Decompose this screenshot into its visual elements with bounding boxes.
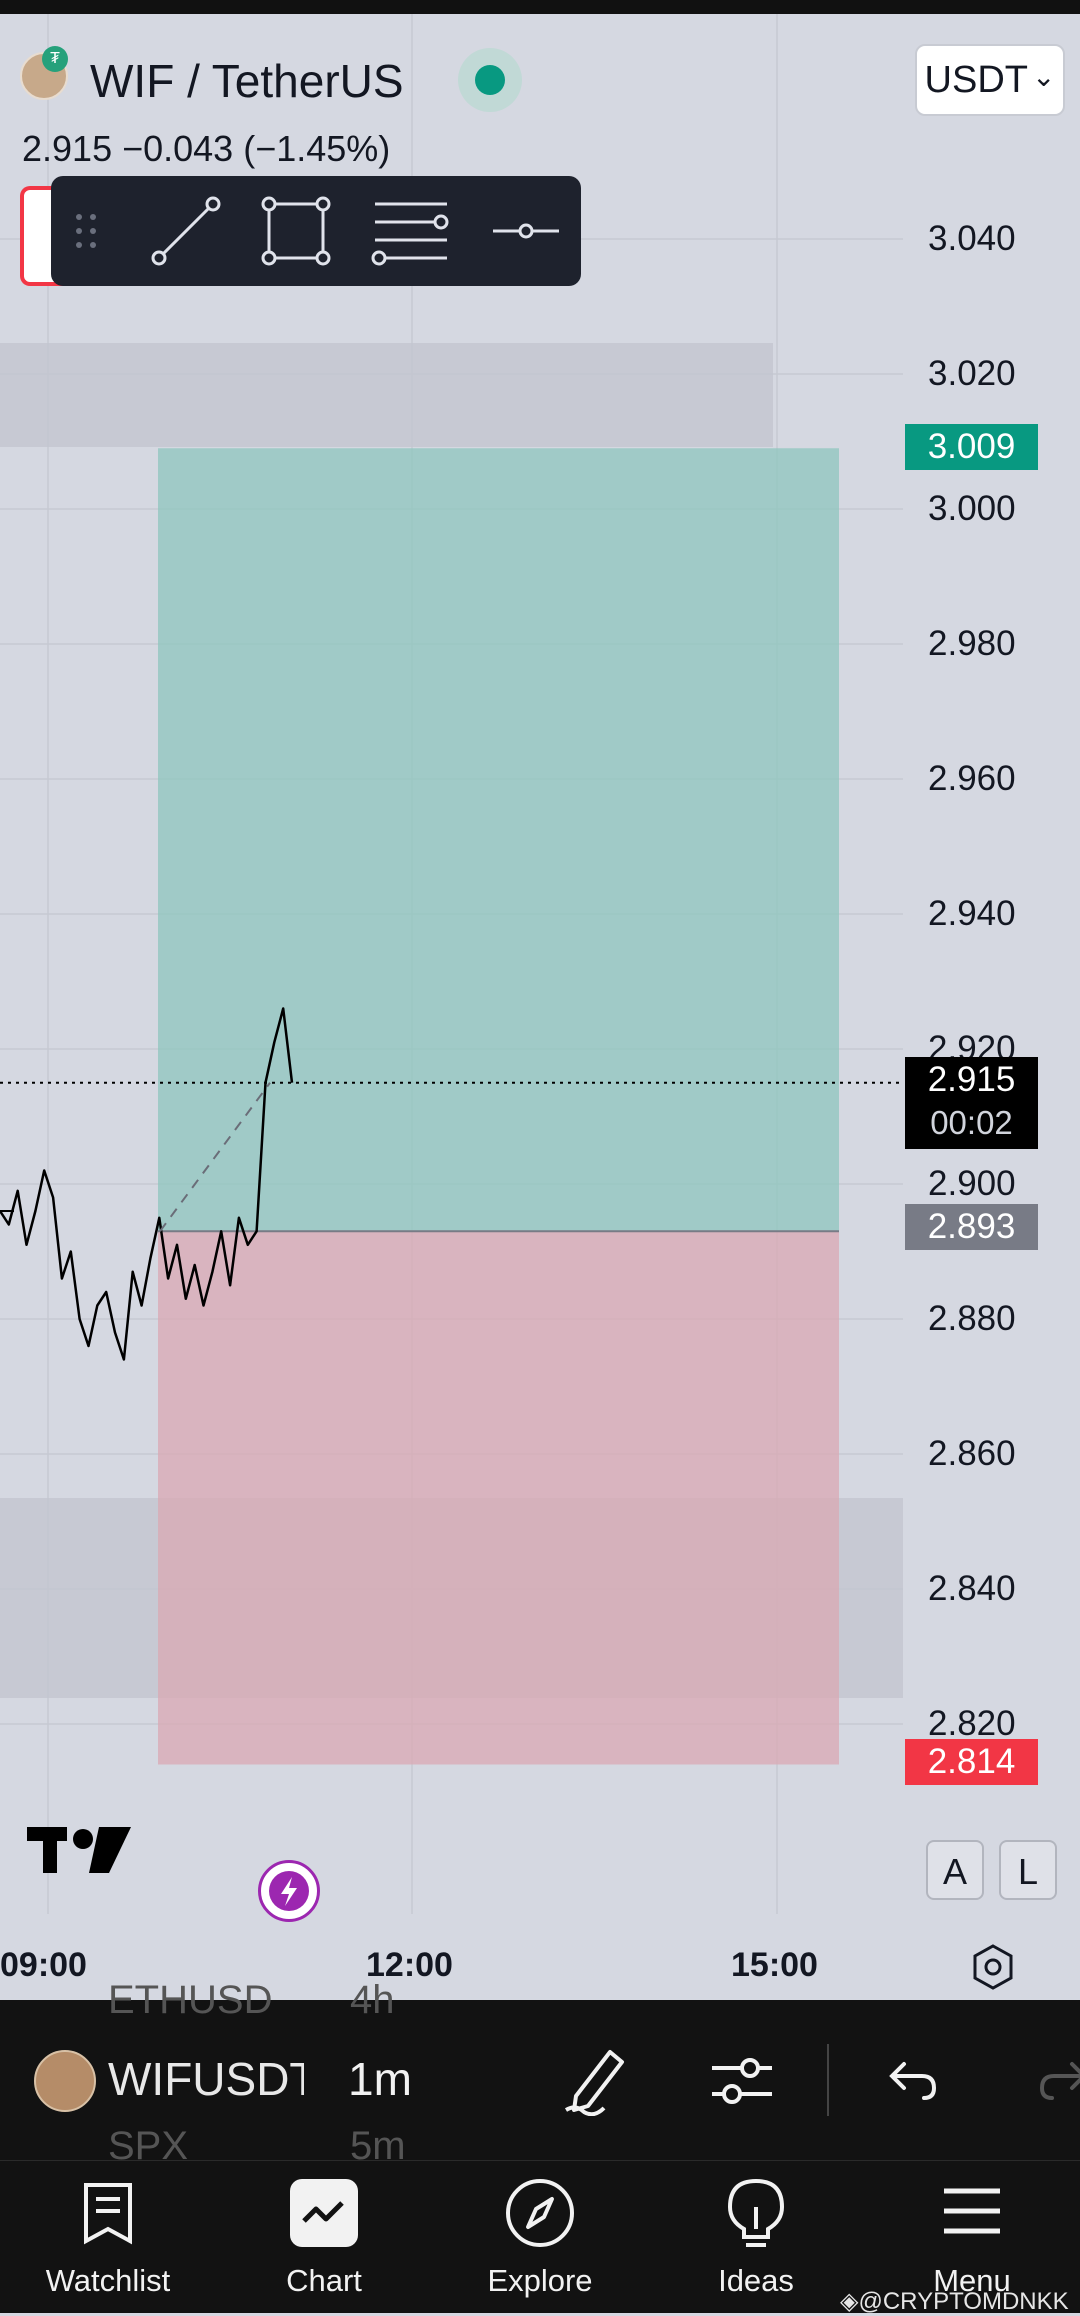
symbol-selector[interactable]: WIFUSDT — [108, 2052, 304, 2106]
chart-bottom-toolbar: ETHUSD 4h WIFUSDT 1m SPX 5m — [0, 1978, 1080, 2160]
lightning-icon[interactable] — [258, 1860, 320, 1922]
symbol-avatar[interactable] — [34, 2050, 96, 2112]
tradingview-logo[interactable] — [25, 1819, 135, 1884]
currency-selector[interactable]: USDT ⌄ — [915, 44, 1065, 116]
chart-area[interactable]: ₮ WIF / TetherUS 2.915 −0.043 (−1.45%) U… — [0, 14, 1080, 2000]
tab-chart[interactable]: Chart — [216, 2161, 432, 2313]
tab-label: Chart — [286, 2263, 362, 2298]
entry-price-tag: 2.893 — [905, 1204, 1038, 1250]
bottom-tab-bar: Watchlist Chart Explore Ideas Menu ◈@CRY… — [0, 2160, 1080, 2315]
stop-price-tag: 2.814 — [905, 1739, 1038, 1785]
candle-countdown: 00:02 — [930, 1104, 1013, 1141]
price-tick-label: 3.040 — [928, 219, 1016, 258]
auto-scale-button[interactable]: A — [926, 1840, 984, 1900]
price-change-readout: 2.915 −0.043 (−1.45%) — [22, 128, 391, 169]
symbol-logo[interactable]: ₮ — [20, 46, 68, 100]
trend-line-icon[interactable] — [136, 176, 236, 286]
price-tick-label: 2.960 — [928, 759, 1016, 798]
currency-label: USDT — [924, 58, 1028, 101]
time-label: 09:00 — [0, 1946, 87, 1984]
drawing-toolbar[interactable] — [51, 176, 581, 286]
rectangle-icon[interactable] — [246, 176, 346, 286]
lightbulb-icon — [724, 2177, 788, 2254]
price-chart[interactable] — [0, 14, 1080, 2000]
tether-badge-icon: ₮ — [42, 46, 68, 72]
tab-label: Watchlist — [45, 2263, 171, 2298]
prev-interval-ghost: 4h — [350, 1978, 395, 2022]
price-tick-label: 3.000 — [928, 489, 1016, 528]
current-price-tag: 2.915 00:02 — [905, 1057, 1038, 1149]
interval-selector[interactable]: 1m — [348, 2052, 412, 2106]
market-status-indicator[interactable] — [458, 48, 522, 112]
price-tick-label: 2.880 — [928, 1299, 1016, 1338]
current-price-value: 2.915 — [927, 1060, 1016, 1099]
symbol-title[interactable]: WIF / TetherUS — [90, 54, 404, 108]
tab-explore[interactable]: Explore — [432, 2161, 648, 2313]
menu-icon — [942, 2183, 1002, 2244]
undo-icon[interactable] — [886, 2054, 940, 2109]
next-symbol-ghost: SPX — [108, 2124, 189, 2160]
tab-watchlist[interactable]: Watchlist — [0, 2161, 216, 2313]
prev-symbol-ghost: ETHUSD — [108, 1978, 273, 2022]
profit-zone — [158, 448, 839, 1232]
market-open-dot-icon — [475, 65, 505, 95]
price-tick-label: 2.940 — [928, 894, 1016, 933]
loss-zone — [158, 1231, 839, 1765]
next-interval-ghost: 5m — [350, 2124, 406, 2160]
log-scale-button[interactable]: L — [999, 1840, 1057, 1900]
chart-settings-icon[interactable] — [968, 1942, 1018, 1997]
chart-icon — [290, 2179, 358, 2247]
chevron-down-icon: ⌄ — [1031, 60, 1056, 92]
fib-retracement-icon[interactable] — [356, 176, 466, 286]
price-tick-label: 2.820 — [928, 1704, 1016, 1743]
session-shade — [0, 343, 773, 447]
pencil-icon[interactable] — [562, 2044, 632, 2121]
compass-icon — [504, 2177, 576, 2254]
drag-handle-icon[interactable] — [61, 176, 111, 286]
indicators-icon[interactable] — [710, 2050, 774, 2117]
tab-label: Explore — [487, 2263, 593, 2298]
price-tick-label: 2.860 — [928, 1434, 1016, 1473]
redo-icon[interactable] — [1036, 2054, 1080, 2109]
price-tick-label: 3.020 — [928, 354, 1016, 393]
watchlist-icon — [80, 2181, 136, 2250]
price-tick-label: 2.900 — [928, 1164, 1016, 1203]
target-price-tag: 3.009 — [905, 424, 1038, 470]
toolbar-divider — [827, 2044, 829, 2116]
diamond-icon: ◈ — [840, 2288, 859, 2315]
horizontal-line-icon[interactable] — [476, 176, 576, 286]
price-tick-label: 2.840 — [928, 1569, 1016, 1608]
watermark-text: @CRYPTOMDNKK — [858, 2288, 1069, 2315]
time-label: 15:00 — [731, 1946, 818, 1984]
tab-ideas[interactable]: Ideas — [648, 2161, 864, 2313]
app-root: ₮ WIF / TetherUS 2.915 −0.043 (−1.45%) U… — [0, 0, 1080, 2315]
price-tick-label: 2.980 — [928, 624, 1016, 663]
tab-label: Ideas — [718, 2263, 794, 2298]
status-bar — [0, 0, 1080, 14]
